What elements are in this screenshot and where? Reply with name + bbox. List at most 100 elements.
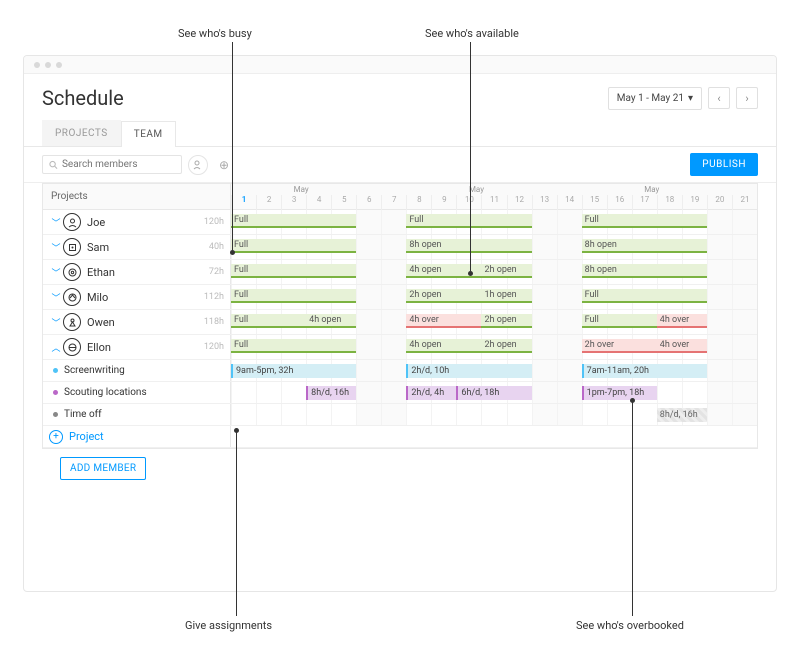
schedule-bar[interactable]: 4h over [657, 314, 707, 328]
schedule-bar[interactable]: Full [582, 289, 707, 303]
tab-team[interactable]: TEAM [121, 121, 176, 147]
schedule-bar[interactable]: Full [231, 214, 356, 228]
schedule-bar[interactable]: Full [406, 214, 531, 228]
avatar-icon [63, 288, 81, 306]
member-name: Sam [87, 241, 109, 254]
schedule-bar[interactable]: Full [231, 264, 356, 278]
annotation-overbooked: See who's overbooked [576, 619, 684, 632]
expand-icon[interactable]: ﹀ [49, 241, 63, 254]
add-project-label: Project [69, 430, 104, 443]
schedule-bar[interactable]: Full [582, 314, 657, 328]
schedule-bar[interactable]: 8h open [406, 239, 531, 253]
task-color-dot [53, 412, 58, 417]
avatar-icon [63, 338, 81, 356]
member-name: Joe [87, 216, 105, 229]
prev-button[interactable]: ‹ [708, 87, 730, 109]
publish-button[interactable]: PUBLISH [690, 153, 758, 176]
member-row: ︿Ellon120h······Full4h open2h open2h ove… [43, 335, 757, 360]
search-input[interactable] [62, 159, 175, 170]
expand-icon[interactable]: ﹀ [49, 291, 63, 304]
annotation-assignments: Give assignments [185, 619, 272, 632]
search-icon [49, 160, 58, 170]
member-name: Owen [87, 316, 115, 329]
task-name: Scouting locations [64, 387, 147, 398]
schedule-bar[interactable]: 9am-5pm, 32h [231, 364, 356, 378]
schedule-bar[interactable]: 2h/d, 10h [406, 364, 531, 378]
schedule-bar[interactable]: 2h open [406, 289, 481, 303]
task-color-dot [53, 368, 58, 373]
task-name: Time off [64, 409, 102, 420]
schedule-bar[interactable]: Full [231, 289, 356, 303]
add-button[interactable]: ⊕ [214, 155, 234, 175]
next-button[interactable]: › [736, 87, 758, 109]
search-input-wrap[interactable] [42, 155, 182, 174]
avatar-icon [63, 238, 81, 256]
add-member-button[interactable]: ADD MEMBER [60, 457, 146, 480]
task-row: Scouting locations 8h/d, 16h 2h/d, 4h6h/d,… [43, 382, 757, 404]
schedule-bar[interactable]: 4h open [306, 314, 356, 328]
member-row: ﹀Joe120h······FullFullFull [43, 210, 757, 235]
schedule-bar[interactable]: 4h over [406, 314, 481, 328]
schedule-bar[interactable]: 1h open [481, 289, 531, 303]
date-range-dropdown[interactable]: May 1 - May 21 ▾ [608, 87, 702, 110]
member-hours: 72h [209, 267, 224, 277]
schedule-bar[interactable]: 8h open [582, 239, 707, 253]
member-name: Milo [87, 291, 108, 304]
collapse-icon[interactable]: ︿ [49, 341, 63, 354]
timeline-header: MayMayMay1234567891011121314151617181920… [231, 184, 757, 209]
app-window: Schedule May 1 - May 21 ▾ ‹ › PROJECTS T… [23, 55, 777, 592]
avatar-icon [63, 313, 81, 331]
chevron-left-icon: ‹ [717, 92, 720, 105]
member-row: ﹀Milo112h······Full2h open1h openFull [43, 285, 757, 310]
expand-icon[interactable]: ﹀ [49, 266, 63, 279]
window-titlebar [24, 56, 776, 74]
task-row: Screenwriting 9am-5pm, 32h 2h/d, 10h 7am-11… [43, 360, 757, 382]
add-project-row[interactable]: + Project [43, 426, 757, 448]
expand-icon[interactable]: ﹀ [49, 216, 63, 229]
page-title: Schedule [42, 86, 124, 110]
avatar-icon [63, 263, 81, 281]
schedule-bar[interactable]: Full [582, 214, 707, 228]
member-hours: 112h [204, 292, 224, 302]
annotation-available: See who's available [425, 27, 519, 40]
schedule-bar[interactable]: 2h open [481, 264, 531, 278]
schedule-bar[interactable]: 2h over [582, 339, 657, 353]
schedule-bar[interactable]: 8h/d, 16h [657, 408, 707, 422]
schedule-bar[interactable]: Full [231, 314, 306, 328]
member-hours: 118h [204, 317, 224, 327]
schedule-grid: Projects MayMayMay1234567891011121314151… [42, 183, 758, 449]
task-name: Screenwriting [64, 365, 125, 376]
tab-projects[interactable]: PROJECTS [42, 120, 121, 146]
schedule-bar[interactable]: 7am-11am, 20h [582, 364, 707, 378]
plus-circle-icon: + [49, 430, 63, 444]
task-row: Time off 8h/d, 16h [43, 404, 757, 426]
member-row: ﹀Ethan72h······Full4h open2h open8h open [43, 260, 757, 285]
schedule-bar[interactable]: 8h open [582, 264, 707, 278]
schedule-bar[interactable]: Full [231, 339, 356, 353]
member-name: Ethan [87, 266, 115, 279]
schedule-bar[interactable]: 4h open [406, 339, 481, 353]
schedule-bar[interactable]: 8h/d, 16h [306, 386, 356, 400]
expand-icon[interactable]: ﹀ [49, 316, 63, 329]
member-hours: 40h [209, 242, 224, 252]
member-name: Ellon [87, 341, 111, 354]
chevron-down-icon: ▾ [688, 93, 693, 104]
schedule-bar[interactable]: 4h over [657, 339, 707, 353]
avatar-icon [63, 213, 81, 231]
schedule-bar[interactable]: 6h/d, 18h [456, 386, 531, 400]
annotation-busy: See who's busy [178, 27, 252, 40]
chevron-right-icon: › [745, 92, 748, 105]
schedule-bar[interactable]: 1pm-7pm, 18h [582, 386, 657, 400]
member-hours: 120h [204, 217, 224, 227]
date-range-label: May 1 - May 21 [617, 93, 684, 104]
projects-column-header: Projects [43, 184, 231, 209]
schedule-bar[interactable]: Full [231, 239, 356, 253]
schedule-bar[interactable]: 2h open [481, 314, 531, 328]
schedule-bar[interactable]: 2h/d, 4h [406, 386, 456, 400]
person-search-icon [193, 160, 203, 170]
member-hours: 120h [204, 342, 224, 352]
schedule-bar[interactable]: 2h open [481, 339, 531, 353]
member-row: ﹀Sam40h······Full8h open8h open [43, 235, 757, 260]
task-color-dot [53, 390, 58, 395]
filter-button[interactable] [188, 155, 208, 175]
